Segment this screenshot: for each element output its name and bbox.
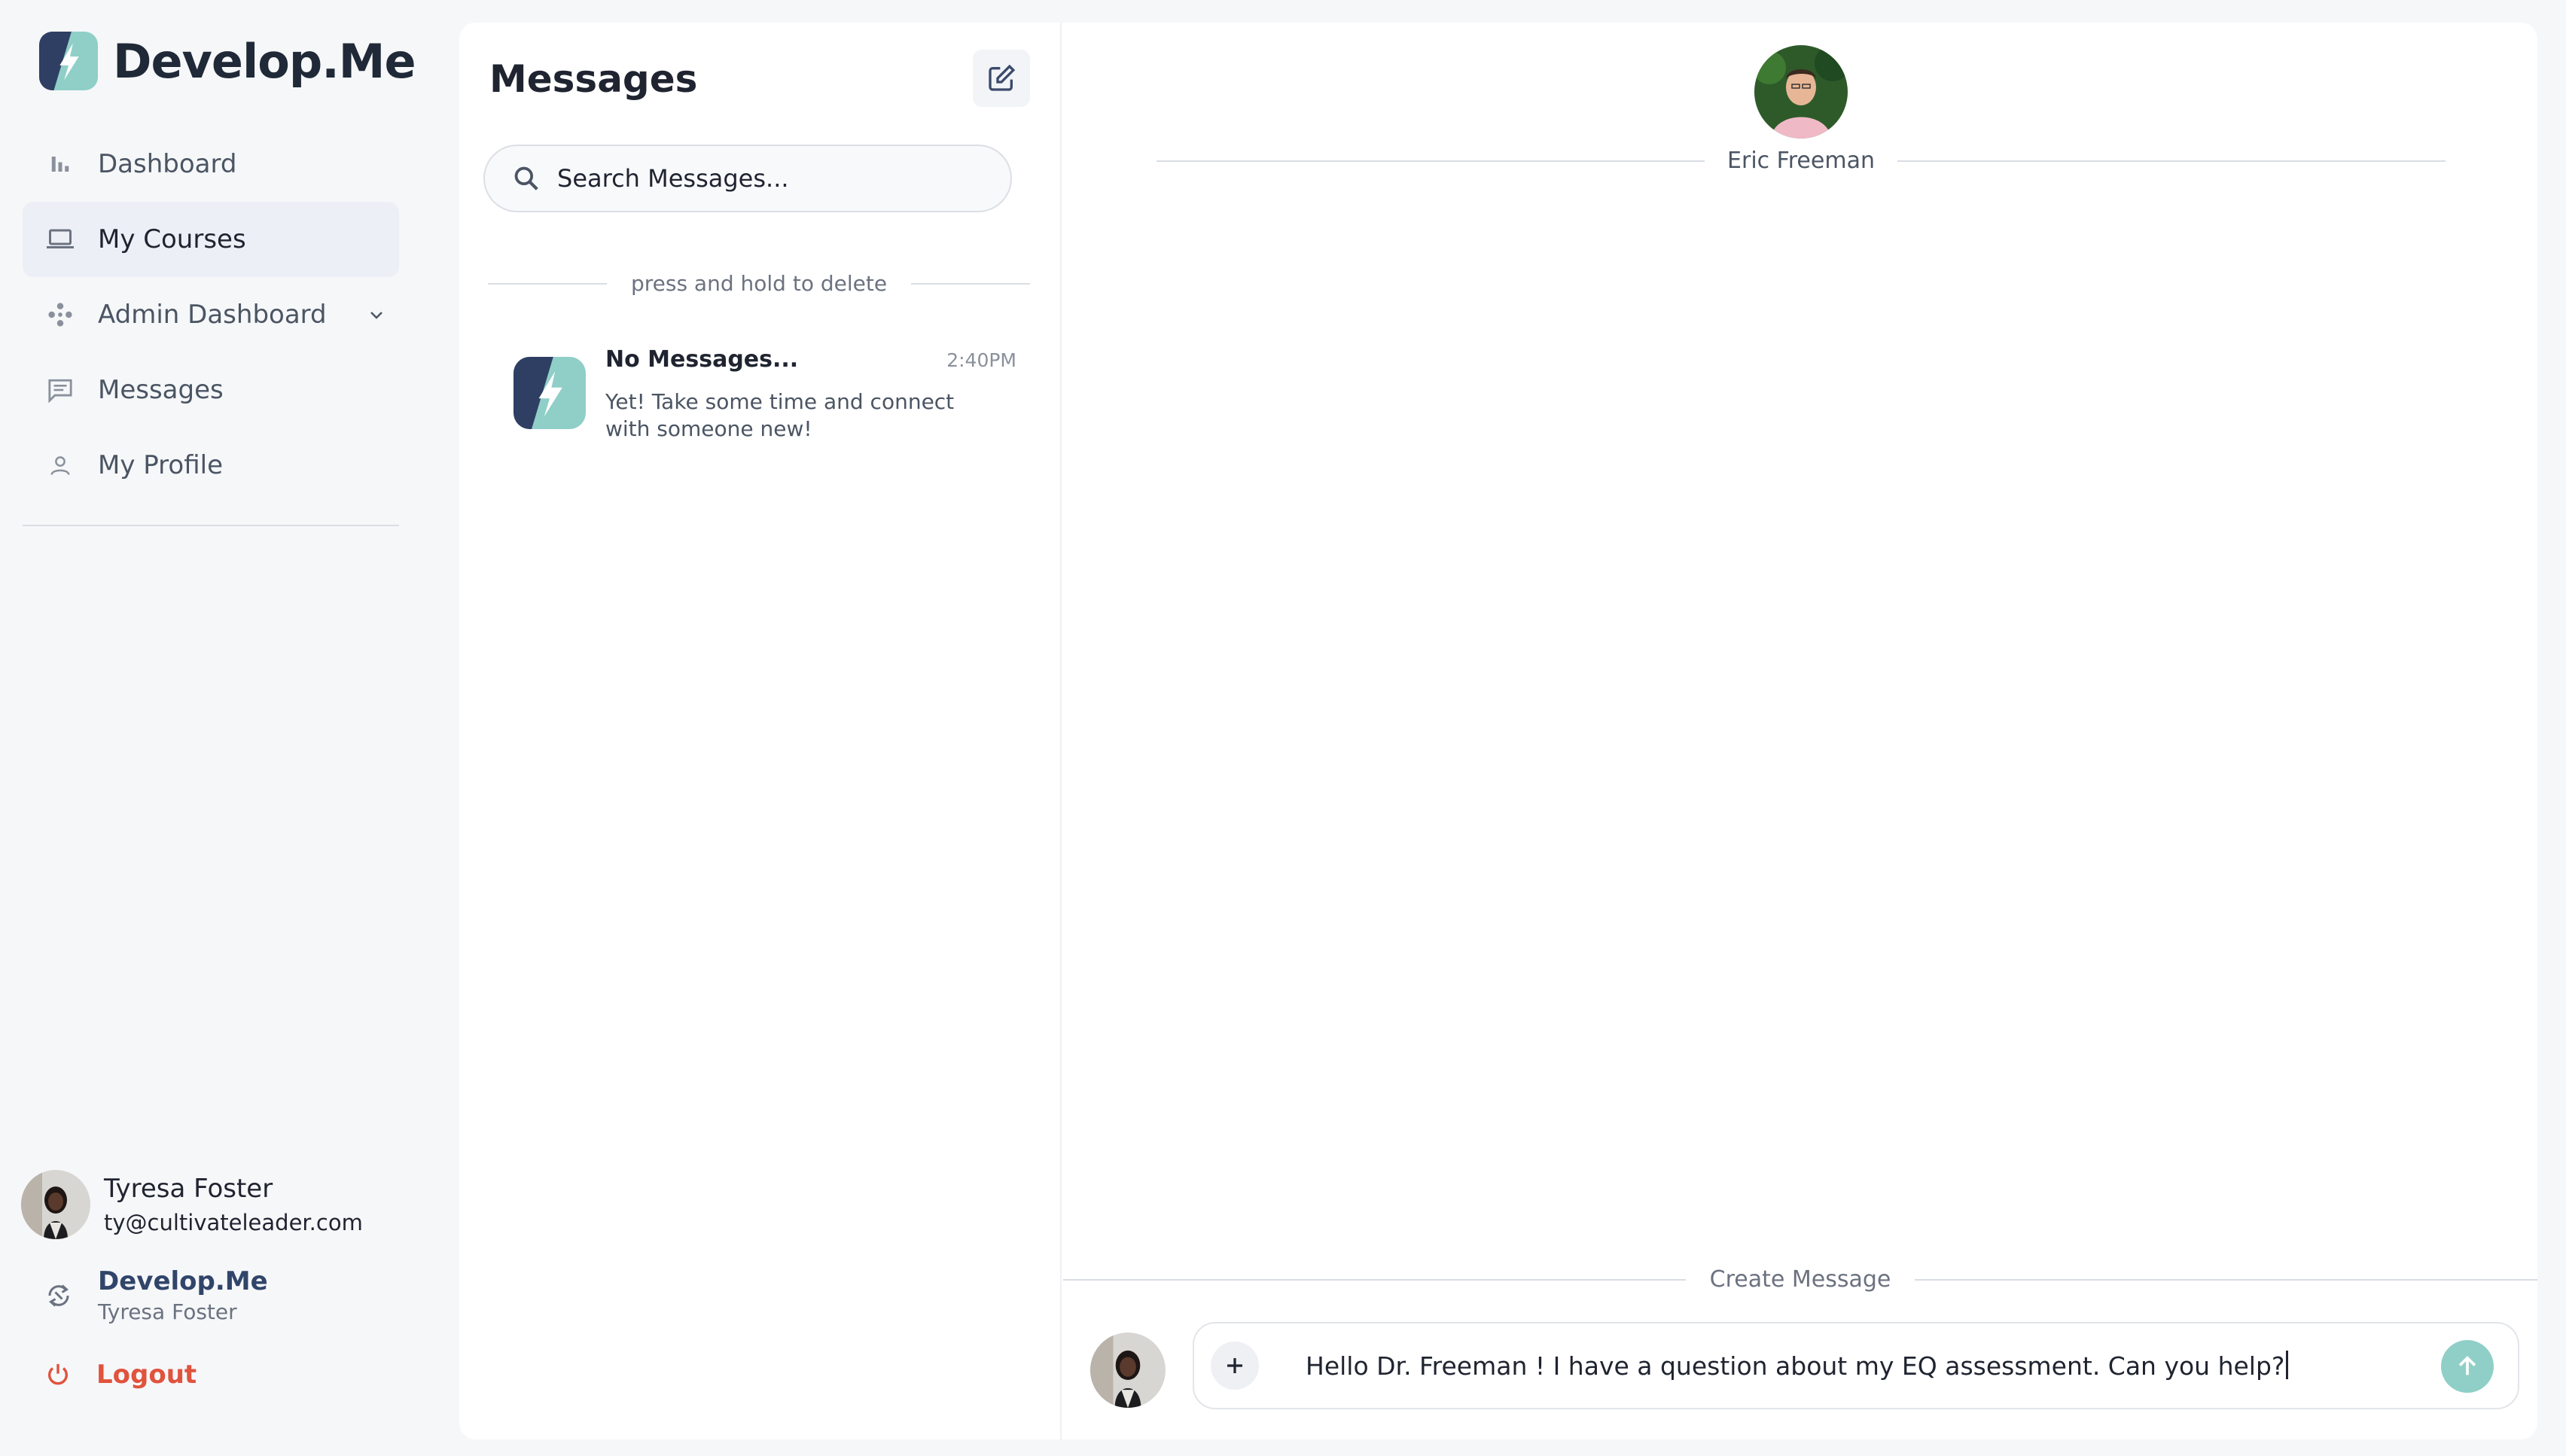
chevron-down-icon[interactable]: [361, 300, 392, 330]
messages-panel: Messages press and hold to delete: [459, 23, 2538, 1439]
sidebar-item-my-profile[interactable]: My Profile: [23, 428, 399, 503]
search-input[interactable]: [557, 164, 979, 193]
conversation-item[interactable]: No Messages... 2:40PM Yet! Take some tim…: [514, 346, 1025, 441]
divider-line: [1915, 1278, 2538, 1281]
develop-me-logo-icon: [39, 32, 98, 90]
search-icon: [514, 166, 538, 190]
divider-line: [1157, 160, 1705, 162]
attach-button[interactable]: [1211, 1342, 1259, 1390]
admin-icon: [45, 300, 75, 330]
sidebar-item-messages[interactable]: Messages: [23, 352, 399, 428]
divider-line: [1063, 1278, 1686, 1281]
divider-line: [488, 282, 607, 285]
sidebar-item-admin-dashboard[interactable]: Admin Dashboard: [23, 277, 399, 352]
develop-me-logo-icon: [514, 357, 586, 429]
conversation-name: No Messages...: [605, 346, 799, 373]
power-icon: [48, 1363, 68, 1385]
sidebar-item-dashboard[interactable]: Dashboard: [23, 126, 399, 202]
divider-line: [911, 282, 1031, 285]
create-message-label: Create Message: [1709, 1266, 1891, 1293]
switch-icon: [48, 1284, 69, 1307]
organization-info: Develop.Me Tyresa Foster: [98, 1266, 268, 1324]
sidebar-item-label: Admin Dashboard: [98, 300, 327, 330]
brand[interactable]: Develop.Me: [39, 32, 416, 90]
contact-name: Eric Freeman: [1727, 148, 1875, 174]
plus-icon: [1227, 1358, 1242, 1373]
sidebar-item-my-courses[interactable]: My Courses: [23, 202, 399, 277]
app-root: Develop.Me Dashboard My Courses Admin Da…: [0, 0, 2566, 1456]
bar-chart-icon: [45, 149, 75, 179]
compose-button[interactable]: [973, 50, 1030, 107]
sidebar: Develop.Me Dashboard My Courses Admin Da…: [0, 0, 429, 1456]
user-name: Tyresa Foster: [104, 1174, 273, 1204]
conversation-preview: Yet! Take some time and connect with som…: [605, 389, 955, 441]
organization-switcher[interactable]: Develop.Me Tyresa Foster: [45, 1266, 268, 1324]
organization-name: Develop.Me: [98, 1266, 268, 1296]
conversation-list-pane: Messages press and hold to delete: [459, 23, 1062, 1439]
create-message-divider: Create Message: [1063, 1266, 2538, 1293]
contact-header: Eric Freeman: [1157, 148, 2446, 174]
sidebar-item-label: My Courses: [98, 224, 246, 254]
edit-icon: [989, 64, 1016, 91]
divider-line: [1897, 160, 2446, 162]
search-box[interactable]: [483, 145, 1012, 212]
chat-pane: Eric Freeman Create Message Hello Dr. Fr…: [1063, 23, 2538, 1439]
sidebar-divider: [23, 525, 399, 526]
logout-label: Logout: [96, 1360, 197, 1390]
brand-name: Develop.Me: [113, 33, 416, 89]
user-avatar: [21, 1170, 90, 1239]
message-draft: Hello Dr. Freeman ! I have a question ab…: [1306, 1351, 2285, 1381]
organization-member: Tyresa Foster: [98, 1299, 237, 1324]
user-email: ty@cultivateleader.com: [104, 1210, 363, 1235]
message-composer[interactable]: Hello Dr. Freeman ! I have a question ab…: [1193, 1322, 2519, 1409]
person-icon: [45, 450, 75, 480]
logout-button[interactable]: Logout: [45, 1360, 197, 1390]
delete-hint: press and hold to delete: [488, 271, 1031, 296]
conversation-time: 2:40PM: [946, 349, 1016, 371]
contact-avatar[interactable]: [1754, 45, 1848, 139]
sidebar-item-label: Dashboard: [98, 149, 237, 179]
user-info: Tyresa Foster ty@cultivateleader.com: [104, 1174, 363, 1235]
sidebar-item-label: My Profile: [98, 450, 223, 480]
text-caret: [2286, 1351, 2289, 1379]
user-profile[interactable]: Tyresa Foster ty@cultivateleader.com: [21, 1170, 363, 1239]
sidebar-nav: Dashboard My Courses Admin Dashboard Mes…: [23, 126, 399, 503]
message-input[interactable]: Hello Dr. Freeman ! I have a question ab…: [1306, 1351, 2289, 1381]
send-button[interactable]: [2441, 1340, 2494, 1393]
user-avatar: [1090, 1333, 1166, 1408]
sidebar-item-label: Messages: [98, 375, 224, 405]
delete-hint-text: press and hold to delete: [630, 271, 888, 296]
chat-icon: [45, 375, 75, 405]
page-title: Messages: [489, 57, 698, 101]
laptop-icon: [45, 224, 75, 254]
arrow-up-icon: [2458, 1356, 2476, 1375]
